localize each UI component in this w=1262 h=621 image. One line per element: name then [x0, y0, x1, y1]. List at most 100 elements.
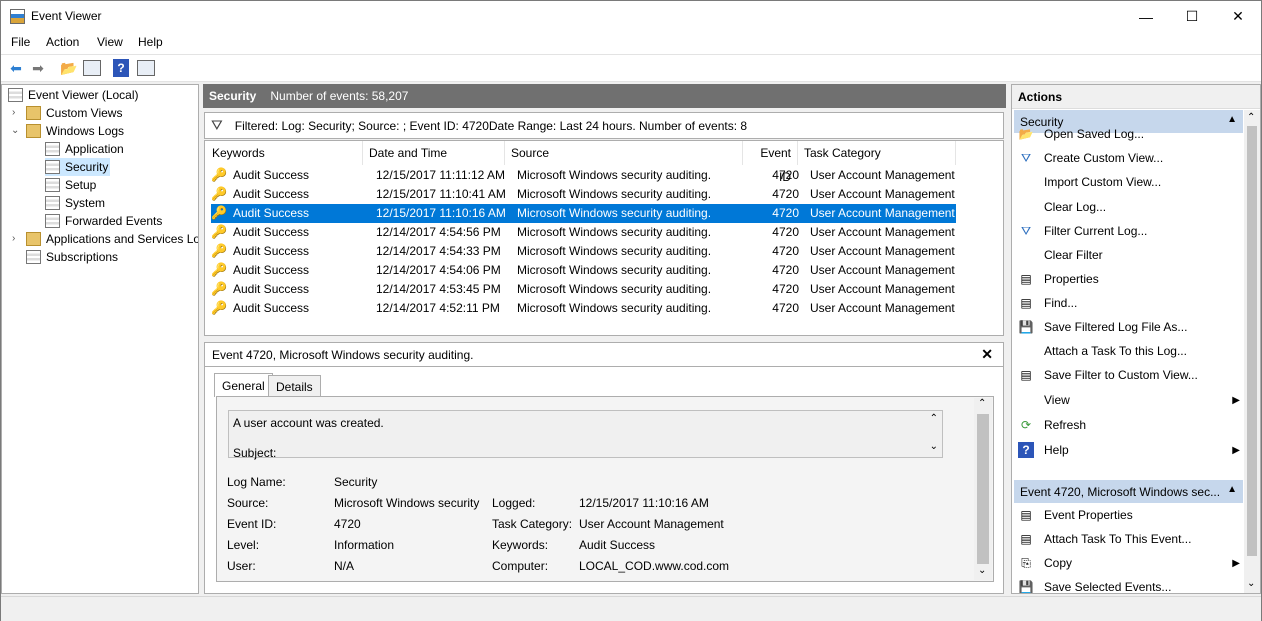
action-item[interactable]: ⟳ Refresh	[1016, 414, 1242, 436]
cell-date: 12/14/2017 4:54:06 PM	[376, 263, 501, 277]
tree-subscriptions[interactable]: Subscriptions	[26, 248, 118, 266]
tree-system[interactable]: System	[45, 194, 105, 212]
action-item[interactable]: Attach a Task To this Log...	[1016, 340, 1242, 362]
tree-custom-views-label: Custom Views	[46, 106, 123, 120]
cell-keywords: Audit Success	[233, 301, 310, 315]
tree-root[interactable]: Event Viewer (Local)	[8, 86, 139, 104]
action-item[interactable]: ⛛ Filter Current Log...	[1016, 220, 1242, 242]
action-item[interactable]: ▤ Properties	[1016, 268, 1242, 290]
tab-general[interactable]: General	[214, 373, 273, 397]
table-row[interactable]: 🔑 Audit Success 12/14/2017 4:54:56 PM Micro…	[211, 223, 956, 242]
cell-source: Microsoft Windows security auditing.	[517, 282, 712, 296]
up-folder-icon[interactable]: 📂	[59, 58, 79, 78]
col-date-time[interactable]: Date and Time	[363, 141, 505, 165]
actions-scrollbar[interactable]: ⌃ ⌄	[1244, 110, 1260, 593]
minimize-button[interactable]: —	[1123, 1, 1169, 32]
tree-application[interactable]: Application	[45, 140, 124, 158]
scrollbar-thumb[interactable]	[977, 414, 989, 564]
action-item[interactable]: View ▶	[1016, 389, 1242, 411]
event-viewer-app-icon	[10, 9, 25, 24]
action-item[interactable]: ⛛ Create Custom View...	[1016, 147, 1242, 169]
back-icon[interactable]: ⬅	[6, 58, 26, 78]
col-keywords[interactable]: Keywords	[206, 141, 363, 165]
collapse-arrow-icon[interactable]: ⌄	[11, 125, 19, 136]
filter-icon: ⛛	[211, 117, 223, 133]
close-detail-icon[interactable]: ✕	[981, 346, 993, 363]
action-item[interactable]: 📂 Open Saved Log...	[1016, 123, 1242, 145]
expand-arrow-icon[interactable]: ›	[12, 233, 15, 244]
action-item[interactable]: ? Help ▶	[1016, 439, 1242, 461]
menu-file[interactable]: File	[11, 35, 30, 49]
action-label: Clear Log...	[1044, 200, 1107, 214]
scroll-down-icon[interactable]: ⌄	[978, 565, 986, 576]
action-item[interactable]: ▤ Event Properties	[1016, 504, 1242, 526]
table-row[interactable]: 🔑 Audit Success 12/14/2017 4:52:11 PM Micro…	[211, 299, 956, 318]
tree-windows-logs[interactable]: Windows Logs	[26, 122, 124, 140]
action-item[interactable]: Clear Log...	[1016, 196, 1242, 218]
action-item[interactable]: ▤ Save Filter to Custom View...	[1016, 364, 1242, 386]
action-label: Save Filtered Log File As...	[1044, 320, 1188, 334]
scrollbar-thumb[interactable]	[1247, 126, 1257, 556]
tree-custom-views[interactable]: Custom Views	[26, 104, 122, 122]
message-line-1: A user account was created.	[233, 416, 384, 430]
cell-keywords: Audit Success	[233, 168, 310, 182]
action-item[interactable]: ▤ Attach Task To This Event...	[1016, 528, 1242, 550]
event-viewer-icon	[8, 88, 23, 102]
menu-view[interactable]: View	[97, 35, 123, 49]
table-row[interactable]: 🔑 Audit Success 12/15/2017 11:10:16 AM Micr…	[211, 204, 956, 223]
refresh-icon: ⟳	[1020, 418, 1032, 432]
action-item[interactable]: 💾 Save Selected Events...	[1016, 576, 1242, 593]
tree-forwarded-events[interactable]: Forwarded Events	[45, 212, 162, 230]
blank-icon	[1018, 199, 1034, 215]
scroll-up-icon[interactable]: ⌃	[978, 398, 986, 409]
scroll-down-icon[interactable]: ⌄	[930, 441, 938, 452]
table-row[interactable]: 🔑 Audit Success 12/14/2017 4:54:06 PM Micro…	[211, 261, 956, 280]
scroll-down-icon[interactable]: ⌄	[1247, 578, 1255, 589]
save-icon: 💾	[1018, 320, 1034, 334]
show-hide-tree-icon[interactable]	[83, 60, 101, 76]
folder-icon	[26, 106, 41, 120]
scroll-up-icon[interactable]: ⌃	[930, 413, 938, 424]
tree-app-services[interactable]: Applications and Services Lo	[26, 230, 198, 248]
action-item[interactable]: ▤ Find...	[1016, 292, 1242, 314]
collapse-icon[interactable]: ▲	[1227, 484, 1237, 495]
col-source[interactable]: Source	[505, 141, 743, 165]
open-folder-icon: 📂	[1018, 127, 1034, 141]
help-icon: ?	[1018, 442, 1034, 458]
log-header: Security Number of events: 58,207	[203, 84, 1006, 108]
action-label: Create Custom View...	[1044, 151, 1164, 165]
tree-security[interactable]: Security	[45, 158, 111, 176]
table-row[interactable]: 🔑 Audit Success 12/14/2017 4:53:45 PM Micro…	[211, 280, 956, 299]
properties-icon: ▤	[1020, 508, 1032, 522]
tree-setup[interactable]: Setup	[45, 176, 96, 194]
submenu-arrow-icon: ▶	[1232, 557, 1240, 569]
detail-scrollbar[interactable]: ⌃ ⌄	[974, 398, 992, 580]
scroll-up-icon[interactable]: ⌃	[1247, 112, 1255, 123]
col-event-id[interactable]: Event ID	[743, 141, 798, 184]
close-button[interactable]: ✕	[1215, 1, 1261, 32]
action-group-event-label: Event 4720, Microsoft Windows sec...	[1020, 485, 1221, 499]
find-icon: ▤	[1020, 296, 1032, 310]
col-task-category[interactable]: Task Category	[798, 141, 956, 165]
action-item[interactable]: Clear Filter	[1016, 244, 1242, 266]
tab-details[interactable]: Details	[268, 375, 321, 397]
table-row[interactable]: 🔑 Audit Success 12/15/2017 11:10:41 AM Micr…	[211, 185, 956, 204]
show-hide-action-pane-icon[interactable]	[137, 60, 155, 76]
table-row[interactable]: 🔑 Audit Success 12/15/2017 11:11:12 AM Micr…	[211, 166, 956, 185]
action-label: Properties	[1044, 272, 1099, 286]
cell-task: User Account Management	[810, 187, 955, 201]
action-item[interactable]: Import Custom View...	[1016, 171, 1242, 193]
action-item[interactable]: 💾 Save Filtered Log File As...	[1016, 316, 1242, 338]
forward-icon[interactable]: ➡	[28, 58, 48, 78]
action-item[interactable]: ⎘ Copy ▶	[1016, 552, 1242, 574]
menu-action[interactable]: Action	[46, 35, 79, 49]
table-row[interactable]: 🔑 Audit Success 12/14/2017 4:54:33 PM Micro…	[211, 242, 956, 261]
cell-id: 4720	[772, 244, 799, 258]
menu-help[interactable]: Help	[138, 35, 163, 49]
help-icon[interactable]: ?	[113, 59, 129, 77]
event-message-box[interactable]: A user account was created. Subject: ⌃ ⌄	[228, 410, 943, 460]
maximize-button[interactable]: ☐	[1169, 1, 1215, 32]
action-group-event[interactable]: Event 4720, Microsoft Windows sec... ▲	[1014, 480, 1243, 503]
logged-label: Logged:	[492, 496, 536, 510]
expand-arrow-icon[interactable]: ›	[12, 107, 15, 118]
